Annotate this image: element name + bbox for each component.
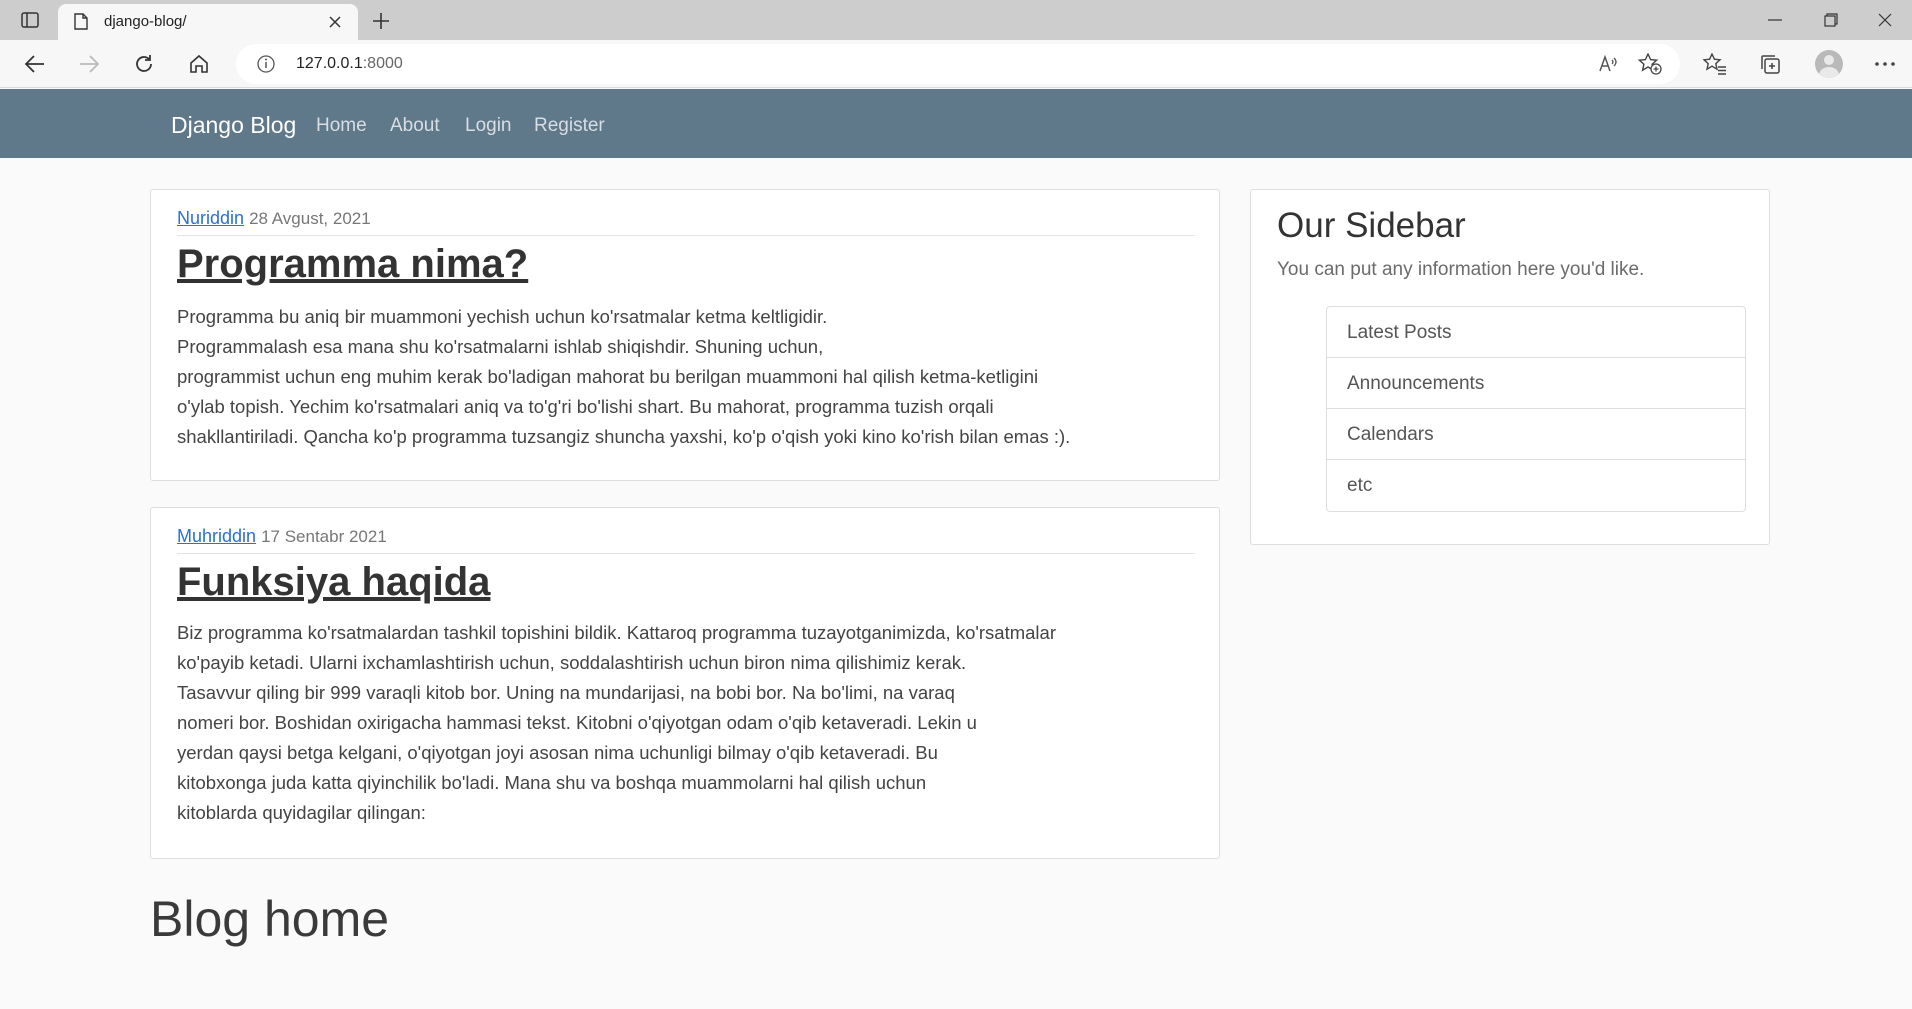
site-navbar: Django Blog Home About Login Register (0, 89, 1912, 158)
post-meta: Nuriddin 28 Avgust, 2021 (177, 208, 371, 229)
favorites-icon[interactable] (1698, 48, 1732, 80)
post-date: 17 Sentabr 2021 (261, 527, 387, 546)
nav-link-register[interactable]: Register (534, 115, 605, 137)
restore-icon[interactable] (1808, 6, 1854, 34)
post-title-link[interactable]: Programma nima? (177, 242, 528, 287)
sidebar-card: Our Sidebar You can put any information … (1250, 189, 1770, 545)
read-aloud-icon[interactable] (1598, 53, 1620, 80)
url-port: :8000 (362, 55, 403, 72)
sidebar-item-etc[interactable]: etc (1327, 460, 1745, 511)
nav-link-home[interactable]: Home (316, 115, 367, 137)
sidebar-description: You can put any information here you'd l… (1277, 259, 1645, 280)
collections-icon[interactable] (1753, 48, 1787, 80)
post-title-link[interactable]: Funksiya haqida (177, 560, 490, 605)
sidebar-item-calendars[interactable]: Calendars (1327, 409, 1745, 460)
post-card: Nuriddin 28 Avgust, 2021 Programma nima?… (150, 189, 1220, 481)
new-tab-icon[interactable] (368, 8, 394, 34)
sidebar-item-latest-posts[interactable]: Latest Posts (1327, 307, 1745, 358)
page-heading: Blog home (150, 891, 390, 947)
post-author-link[interactable]: Muhriddin (177, 526, 256, 546)
post-content: Programma bu aniq bir muammoni yechish u… (177, 306, 1071, 447)
browser-toolbar: 127.0.0.1:8000 (0, 40, 1912, 88)
minimize-icon[interactable] (1752, 6, 1798, 34)
refresh-icon[interactable] (127, 48, 161, 80)
post-date: 28 Avgust, 2021 (249, 209, 371, 228)
back-icon[interactable] (18, 48, 52, 80)
url-host: 127.0.0.1 (296, 55, 363, 72)
tab-title: django-blog/ (104, 13, 187, 30)
profile-avatar[interactable] (1815, 50, 1843, 78)
page-icon (74, 13, 88, 35)
tab-actions-icon[interactable] (18, 8, 42, 32)
home-icon[interactable] (182, 48, 216, 80)
more-options-icon[interactable] (1868, 48, 1902, 80)
post-author-link[interactable]: Nuriddin (177, 208, 244, 228)
close-tab-icon[interactable] (324, 11, 346, 33)
browser-tab-active[interactable]: django-blog/ (58, 4, 358, 40)
address-bar[interactable]: 127.0.0.1:8000 (236, 44, 1680, 84)
url-text[interactable]: 127.0.0.1:8000 (296, 55, 403, 73)
meta-divider (177, 553, 1195, 554)
sidebar-item-announcements[interactable]: Announcements (1327, 358, 1745, 409)
sidebar-title: Our Sidebar (1277, 206, 1466, 245)
sidebar-list: Latest Posts Announcements Calendars etc (1326, 306, 1746, 512)
close-window-icon[interactable] (1862, 6, 1908, 34)
meta-divider (177, 235, 1195, 236)
navbar-brand[interactable]: Django Blog (171, 112, 296, 139)
nav-link-about[interactable]: About (390, 115, 440, 137)
site-info-icon[interactable] (256, 54, 276, 79)
post-content: Biz programma ko'rsatmalardan tashkil to… (177, 622, 1056, 823)
forward-icon[interactable] (72, 48, 106, 80)
browser-tab-strip: django-blog/ (0, 0, 1912, 40)
add-favorite-icon[interactable] (1637, 52, 1662, 80)
post-meta: Muhriddin 17 Sentabr 2021 (177, 526, 387, 547)
post-card: Muhriddin 17 Sentabr 2021 Funksiya haqid… (150, 507, 1220, 859)
nav-link-login[interactable]: Login (465, 115, 512, 137)
